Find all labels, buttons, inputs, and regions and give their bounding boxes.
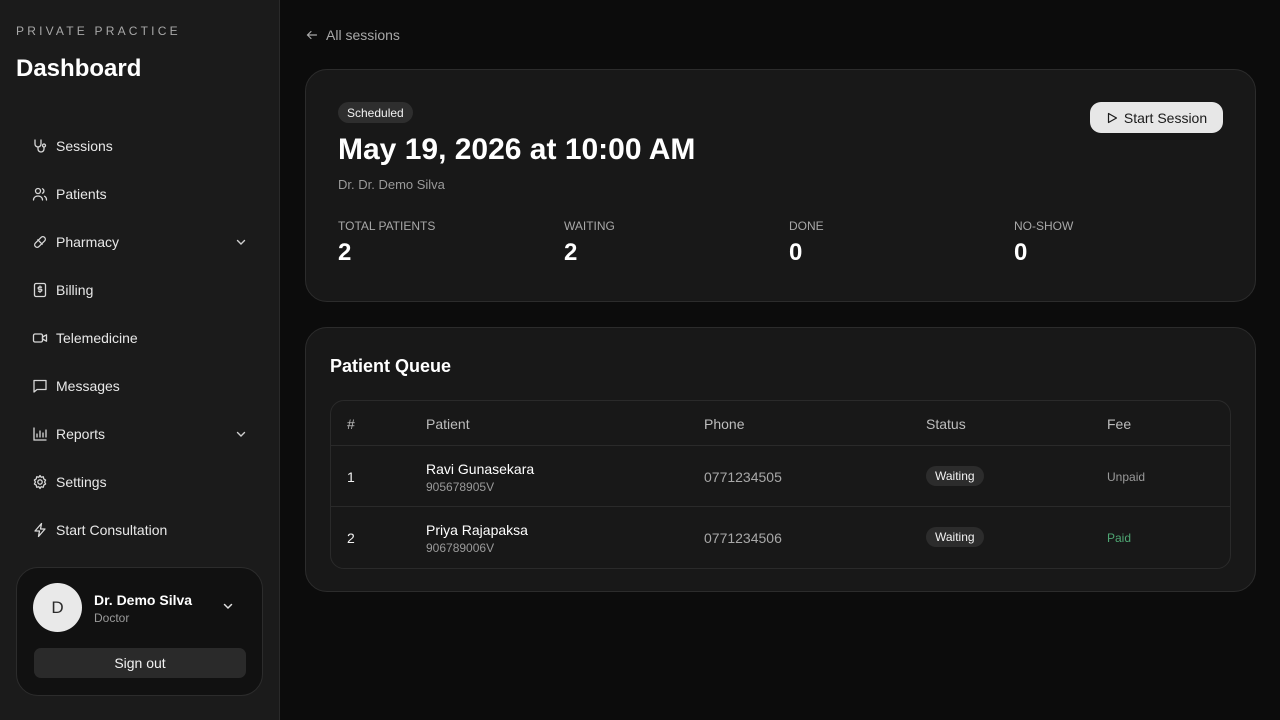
status-badge: Waiting (926, 466, 984, 486)
status-cell: Waiting (926, 466, 984, 486)
stat-done: DONE 0 (789, 219, 824, 267)
stethoscope-icon (32, 138, 48, 154)
patient-queue-card: Patient Queue # Patient Phone Status Fee… (305, 327, 1256, 592)
sidebar-item-settings[interactable]: Settings (16, 458, 264, 506)
gear-icon (32, 474, 48, 490)
sidebar-item-sessions[interactable]: Sessions (16, 122, 264, 170)
sidebar-item-pharmacy[interactable]: Pharmacy (16, 218, 264, 266)
stat-value: 0 (789, 239, 803, 266)
user-role: Doctor (94, 611, 130, 625)
queue-number: 2 (347, 530, 355, 546)
back-link[interactable]: All sessions (306, 27, 400, 43)
queue-title: Patient Queue (330, 356, 452, 376)
start-session-label: Start Session (1123, 109, 1208, 126)
sidebar-item-telemedicine[interactable]: Telemedicine (16, 314, 264, 362)
stat-value: 2 (338, 239, 352, 266)
queue-table: # Patient Phone Status Fee 1 Ravi Gunase… (330, 400, 1231, 569)
sidebar-item-label: Start Consultation (56, 522, 168, 538)
sidebar-item-label: Messages (56, 378, 120, 394)
user-card: D Dr. Demo Silva Doctor Sign out (16, 567, 263, 696)
message-icon (32, 378, 48, 394)
session-card: Scheduled May 19, 2026 at 10:00 AM Dr. D… (305, 69, 1256, 302)
stat-value: 2 (564, 239, 578, 266)
sidebar-item-label: Telemedicine (56, 330, 138, 346)
sidebar-nav: Sessions Patients Pharmacy Billing Telem… (16, 122, 264, 554)
chevron-down-icon[interactable] (234, 235, 248, 249)
column-header-fee: Fee (1107, 416, 1132, 432)
sidebar-item-billing[interactable]: Billing (16, 266, 264, 314)
stat-label: WAITING (564, 219, 615, 233)
patient-id: 905678905V (426, 480, 495, 494)
table-row[interactable]: 2 Priya Rajapaksa 906789006V 0771234506 … (331, 507, 1230, 568)
sidebar-item-label: Billing (56, 282, 94, 298)
status-badge: Scheduled (338, 102, 413, 123)
receipt-icon (32, 282, 48, 298)
start-session-button[interactable]: Start Session (1090, 102, 1223, 133)
sidebar-item-start-consultation[interactable]: Start Consultation (16, 506, 264, 554)
sidebar-item-reports[interactable]: Reports (16, 410, 264, 458)
stat-no-show: NO-SHOW 0 (1014, 219, 1073, 267)
sidebar-item-messages[interactable]: Messages (16, 362, 264, 410)
column-header-patient: Patient (426, 416, 470, 432)
brand-subtitle: PRIVATE PRACTICE (16, 24, 181, 38)
patient-cell: Priya Rajapaksa 906789006V (426, 522, 528, 555)
table-row[interactable]: 1 Ravi Gunasekara 905678905V 0771234505 … (331, 446, 1230, 507)
status-badge: Waiting (926, 527, 984, 547)
sidebar-item-patients[interactable]: Patients (16, 170, 264, 218)
sidebar: PRIVATE PRACTICE Dashboard Sessions Pati… (0, 0, 280, 720)
session-doctor: Dr. Dr. Demo Silva (338, 177, 445, 192)
stat-value: 0 (1014, 239, 1028, 266)
sidebar-item-label: Sessions (56, 138, 113, 154)
stat-waiting: WAITING 2 (564, 219, 615, 267)
fee-status: Paid (1107, 531, 1132, 545)
sidebar-item-label: Settings (56, 474, 107, 490)
fee-status: Unpaid (1107, 470, 1146, 484)
column-header-phone: Phone (704, 416, 745, 432)
stat-label: TOTAL PATIENTS (338, 219, 436, 233)
user-name: Dr. Demo Silva (94, 592, 193, 608)
stat-label: NO-SHOW (1014, 219, 1074, 233)
patient-name: Priya Rajapaksa (426, 522, 528, 538)
column-header-status: Status (926, 416, 966, 432)
back-link-label: All sessions (326, 27, 400, 43)
table-header: # Patient Phone Status Fee (331, 401, 1230, 446)
video-icon (32, 330, 48, 346)
bar-chart-icon (32, 426, 48, 442)
users-icon (32, 186, 48, 202)
queue-number: 1 (347, 469, 355, 485)
session-title: May 19, 2026 at 10:00 AM (338, 133, 696, 166)
brand-title: Dashboard (16, 55, 142, 82)
stat-total-patients: TOTAL PATIENTS 2 (338, 219, 435, 267)
patient-cell: Ravi Gunasekara 905678905V (426, 461, 534, 494)
patient-phone: 0771234505 (704, 469, 782, 485)
column-header-number: # (347, 416, 355, 432)
chevron-down-icon[interactable] (221, 599, 235, 613)
pill-icon (32, 234, 48, 250)
status-cell: Waiting (926, 527, 984, 547)
sidebar-item-label: Patients (56, 186, 107, 202)
patient-id: 906789006V (426, 541, 495, 555)
arrow-left-icon (306, 30, 318, 40)
patient-phone: 0771234506 (704, 530, 782, 546)
play-icon (1107, 112, 1117, 123)
sidebar-item-label: Pharmacy (56, 234, 120, 250)
chevron-down-icon[interactable] (234, 427, 248, 441)
avatar: D (33, 583, 82, 632)
sidebar-item-label: Reports (56, 426, 106, 442)
lightning-icon (32, 522, 48, 538)
patient-name: Ravi Gunasekara (426, 461, 535, 477)
stat-label: DONE (789, 219, 824, 233)
sign-out-button[interactable]: Sign out (34, 648, 246, 678)
